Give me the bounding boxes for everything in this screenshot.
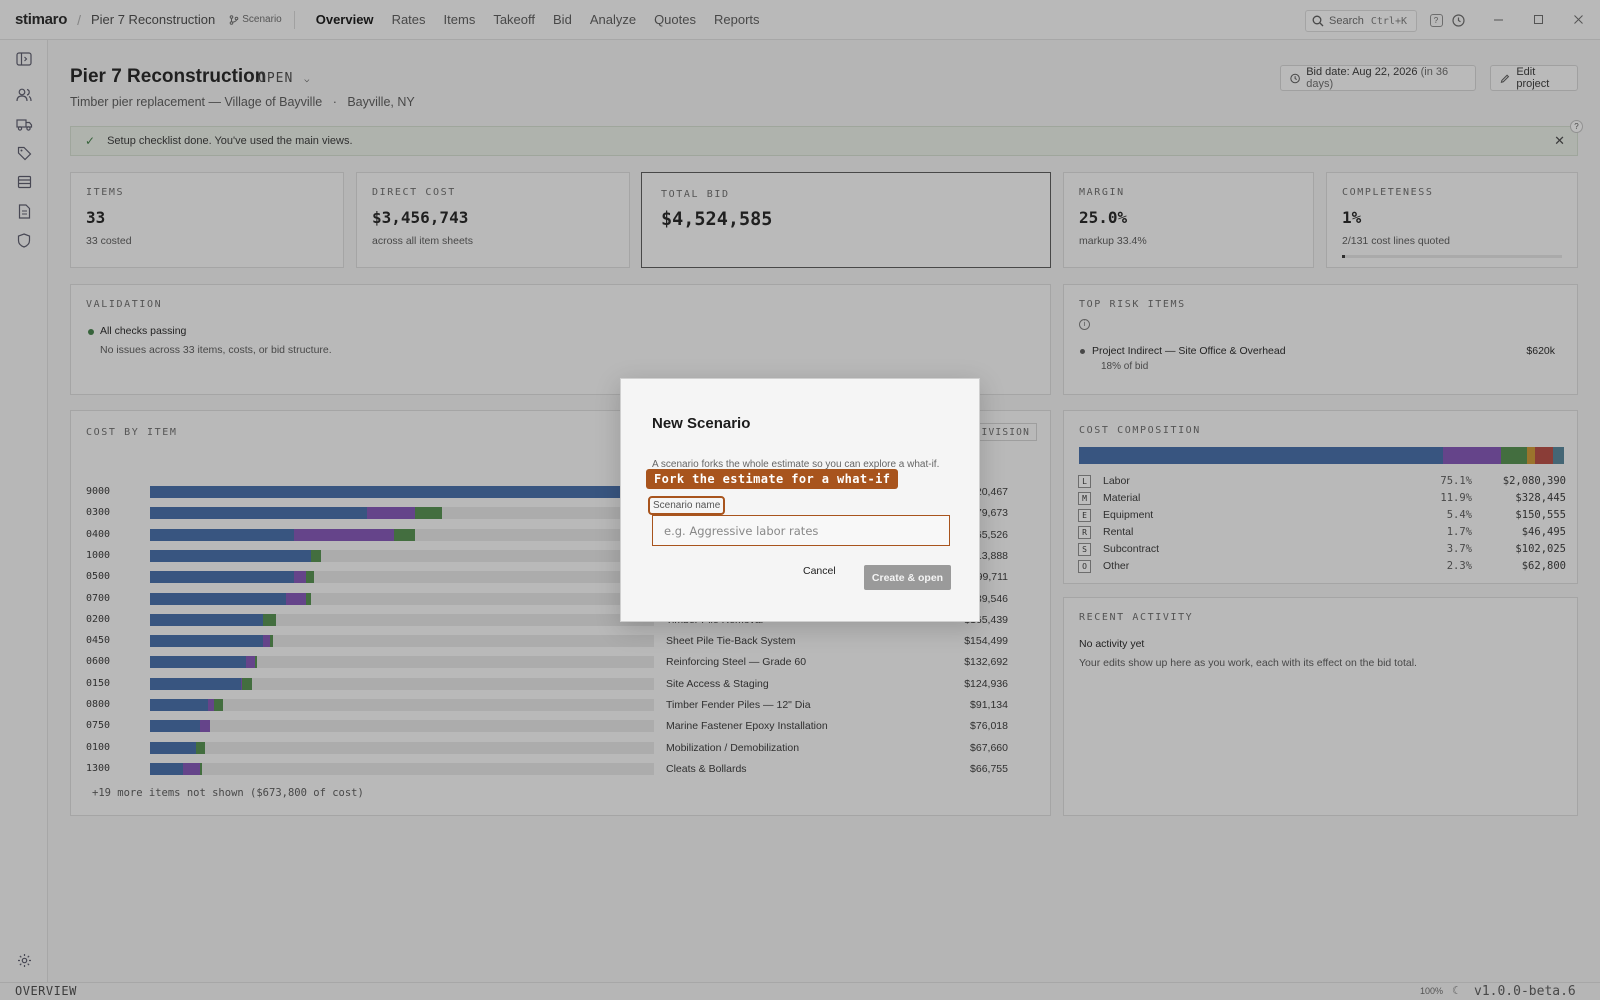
- scenario-name-input[interactable]: [652, 515, 950, 546]
- cancel-button[interactable]: Cancel: [803, 565, 836, 577]
- new-scenario-dialog: New Scenario A scenario forks the whole …: [620, 378, 980, 622]
- onboarding-tooltip: Fork the estimate for a what-if: [646, 469, 899, 489]
- dialog-title: New Scenario: [652, 415, 751, 432]
- create-and-open-button[interactable]: Create & open: [864, 565, 951, 590]
- scenario-name-label: Scenario name: [648, 496, 726, 515]
